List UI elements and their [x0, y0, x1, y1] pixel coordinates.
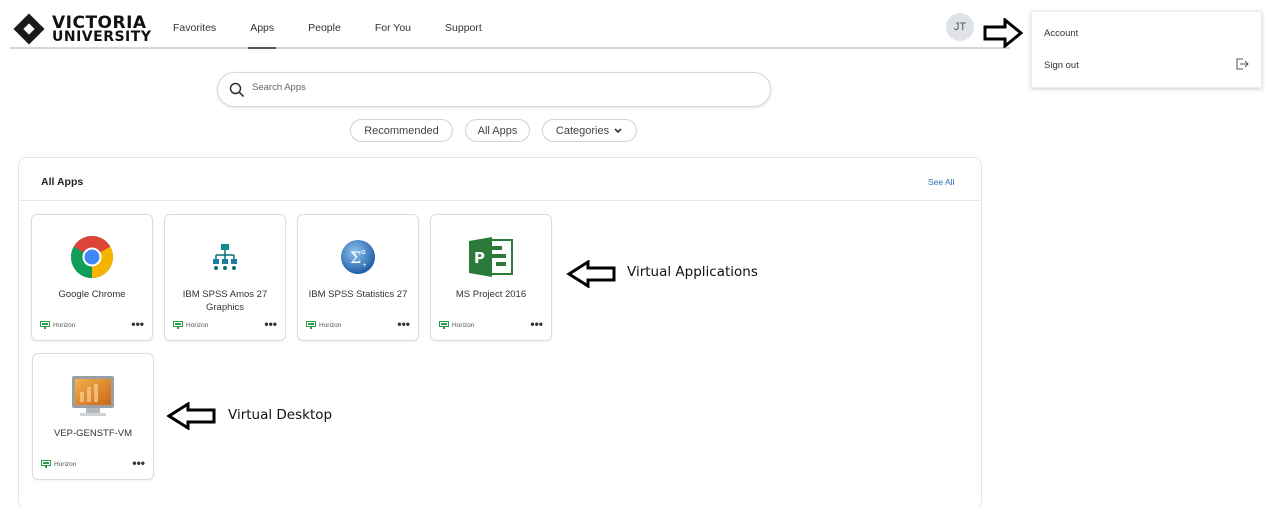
logo-diamond-icon	[13, 13, 45, 45]
horizon-icon	[306, 321, 316, 329]
app-tile-vep-genstf-vm[interactable]: VEP-GENSTF-VM Horizon •••	[32, 353, 154, 480]
chevron-down-icon	[614, 127, 622, 133]
horizon-badge: Horizon	[40, 321, 75, 329]
logo-line-2: UNIVERSITY	[52, 29, 152, 45]
see-all-link[interactable]: See All	[928, 177, 954, 187]
svg-text:+: +	[362, 262, 367, 269]
app-name: Google Chrome	[58, 289, 126, 300]
app-tile-ibm-spss-statistics[interactable]: Σ α + IBM SPSS Statistics 27 Horizon •••	[297, 214, 419, 341]
app-tile-ms-project[interactable]: P MS Project 2016 Horizon •••	[430, 214, 552, 341]
annotation-arrow-right-icon	[983, 18, 1023, 48]
app-name: VEP-GENSTF-VM	[53, 428, 133, 439]
nav-people[interactable]: People	[308, 22, 341, 48]
more-options-icon[interactable]: •••	[397, 317, 410, 331]
nav-for-you[interactable]: For You	[375, 22, 411, 48]
horizon-icon	[40, 321, 50, 329]
app-name: IBM SPSS Statistics 27	[308, 289, 408, 300]
horizon-badge: Horizon	[41, 460, 76, 468]
more-options-icon[interactable]: •••	[132, 456, 145, 470]
search-icon	[229, 82, 245, 98]
horizon-badge: Horizon	[439, 321, 474, 329]
horizon-label: Horizon	[452, 321, 475, 329]
account-menu-item[interactable]: Account	[1044, 28, 1078, 39]
top-navigation-bar: VICTORIA UNIVERSITY Favorites Apps Peopl…	[10, 9, 1010, 49]
horizon-badge: Horizon	[306, 321, 341, 329]
annotation-arrow-left-icon	[166, 402, 216, 430]
svg-text:Σ: Σ	[350, 248, 361, 267]
svg-text:P: P	[474, 249, 485, 267]
nav-favorites[interactable]: Favorites	[173, 22, 216, 48]
ms-project-icon: P	[468, 234, 514, 280]
spss-amos-icon	[202, 234, 248, 280]
horizon-icon	[439, 321, 449, 329]
main-nav: Favorites Apps People For You Support	[173, 22, 516, 49]
search-bar	[217, 72, 771, 107]
filter-recommended-button[interactable]: Recommended	[350, 119, 453, 142]
chrome-icon	[69, 234, 115, 280]
app-tile-google-chrome[interactable]: Google Chrome Horizon •••	[31, 214, 153, 341]
svg-text:α: α	[361, 248, 366, 256]
sign-out-icon[interactable]	[1236, 58, 1250, 70]
horizon-label: Horizon	[53, 321, 76, 329]
horizon-badge: Horizon	[173, 321, 208, 329]
categories-label: Categories	[555, 124, 610, 137]
sign-out-menu-item[interactable]: Sign out	[1044, 60, 1079, 71]
more-options-icon[interactable]: •••	[264, 317, 277, 331]
nav-support[interactable]: Support	[445, 22, 482, 48]
virtual-desktop-icon	[70, 373, 116, 419]
app-name: MS Project 2016	[455, 289, 527, 300]
search-input[interactable]	[252, 82, 732, 93]
section-title: All Apps	[41, 176, 84, 188]
user-avatar[interactable]: JT	[946, 13, 974, 41]
horizon-icon	[173, 321, 183, 329]
more-options-icon[interactable]: •••	[131, 317, 144, 331]
more-options-icon[interactable]: •••	[530, 317, 543, 331]
annotation-arrow-left-icon	[566, 260, 616, 288]
filter-categories-dropdown[interactable]: Categories	[542, 119, 637, 142]
annotation-virtual-applications: Virtual Applications	[627, 264, 758, 280]
horizon-label: Horizon	[319, 321, 342, 329]
spss-statistics-icon: Σ α +	[335, 234, 381, 280]
nav-apps[interactable]: Apps	[248, 22, 277, 49]
section-header: All Apps See All	[19, 158, 981, 201]
horizon-label: Horizon	[54, 460, 77, 468]
horizon-label: Horizon	[186, 321, 209, 329]
account-dropdown-menu: Account Sign out	[1031, 11, 1262, 88]
annotation-virtual-desktop: Virtual Desktop	[228, 407, 333, 423]
app-tile-ibm-spss-amos[interactable]: IBM SPSS Amos 27 Graphics Horizon •••	[164, 214, 286, 341]
app-name: IBM SPSS Amos 27 Graphics	[182, 289, 268, 313]
filter-all-apps-button[interactable]: All Apps	[465, 119, 530, 142]
horizon-icon	[41, 460, 51, 468]
victoria-university-logo[interactable]: VICTORIA UNIVERSITY	[13, 13, 152, 45]
